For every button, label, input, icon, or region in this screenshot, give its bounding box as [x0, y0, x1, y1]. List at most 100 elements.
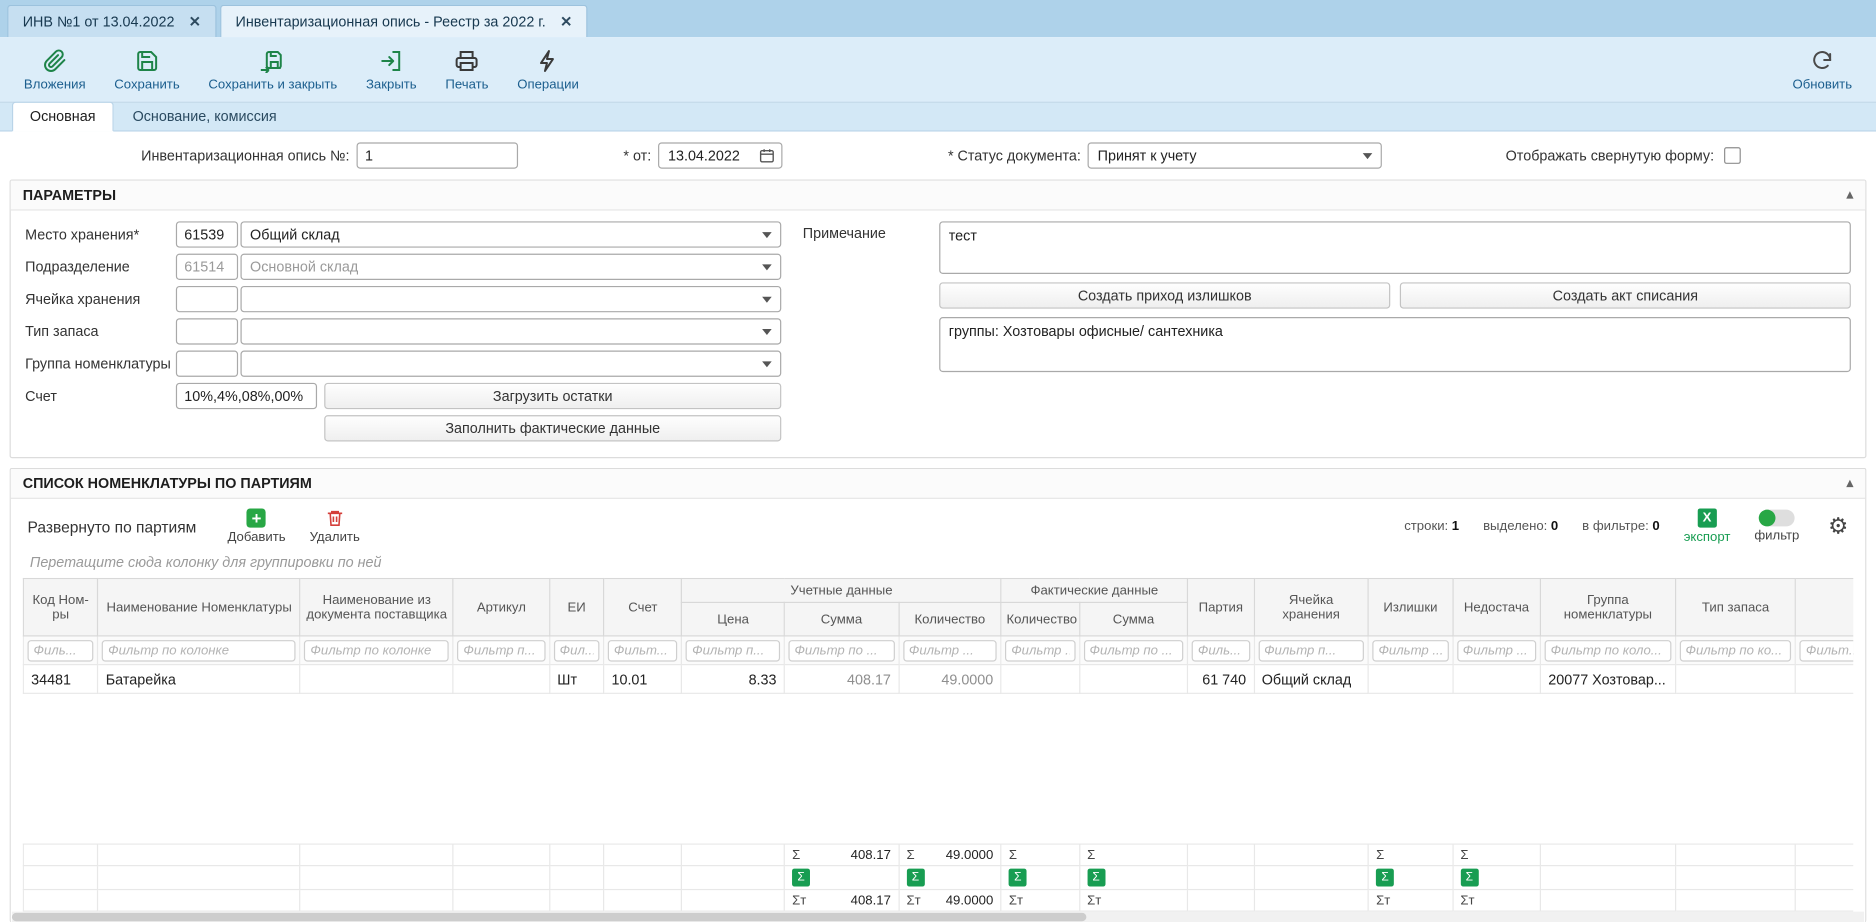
department-select[interactable]: Основной склад — [240, 254, 781, 280]
column-filter-input[interactable] — [1005, 639, 1075, 661]
filter-cell — [23, 636, 98, 665]
storage-place-code-input[interactable] — [176, 221, 238, 247]
storage-place-row: Место хранения* Общий склад — [25, 221, 781, 247]
storage-cell-select[interactable] — [240, 286, 781, 312]
sum-total-value: 408.17 — [851, 893, 891, 907]
close-tab-icon[interactable]: ✕ — [189, 13, 201, 30]
status-select[interactable]: Принят к учету — [1088, 142, 1382, 168]
tab-basis-commission[interactable]: Основание, комиссия — [116, 103, 294, 131]
account-input[interactable] — [176, 383, 317, 409]
column-header[interactable] — [1796, 578, 1854, 635]
column-header[interactable]: Группа номенклатуры — [1540, 578, 1675, 635]
column-sum-button[interactable]: Σ — [1376, 869, 1394, 887]
note-textarea[interactable]: тест — [939, 221, 1851, 274]
column-sum-button[interactable]: Σ — [906, 869, 924, 887]
close-tab-icon[interactable]: ✕ — [560, 13, 572, 30]
groupby-drop-zone[interactable]: Перетащите сюда колонку для группировки … — [11, 549, 1865, 578]
doc-number-input[interactable] — [357, 142, 519, 168]
column-filter-input[interactable] — [102, 639, 296, 661]
calendar-icon[interactable] — [759, 147, 776, 164]
department-code-input[interactable] — [176, 254, 238, 280]
column-header[interactable]: Ячейка хранения — [1254, 578, 1368, 635]
column-header[interactable]: Недостача — [1453, 578, 1541, 635]
save-button[interactable]: Сохранить — [114, 47, 179, 91]
date-input[interactable] — [666, 146, 759, 165]
excel-export-button[interactable]: X экспорт — [1684, 508, 1731, 544]
refresh-button[interactable]: Обновить — [1792, 47, 1852, 91]
print-button[interactable]: Печать — [445, 47, 488, 91]
storage-cell-code-input[interactable] — [176, 286, 238, 312]
column-header[interactable]: Цена — [682, 602, 784, 636]
save-and-close-button[interactable]: Сохранить и закрыть — [208, 47, 337, 91]
expand-mode-label[interactable]: Развернуто по партиям — [28, 517, 197, 535]
column-filter-input[interactable] — [608, 639, 678, 661]
refresh-icon — [1810, 47, 1834, 73]
column-sum-button[interactable]: Σ — [1009, 869, 1027, 887]
filter-toggle[interactable]: фильтр — [1754, 510, 1799, 543]
column-sum-button[interactable]: Σ — [1087, 869, 1105, 887]
attachments-button[interactable]: Вложения — [24, 47, 86, 91]
column-filter-input[interactable] — [457, 639, 545, 661]
stock-type-select[interactable] — [240, 318, 781, 344]
collapsed-form-checkbox[interactable] — [1724, 147, 1741, 164]
tab-main[interactable]: Основная — [12, 102, 113, 132]
nomenclature-group-code-input[interactable] — [176, 351, 238, 377]
column-filter-input[interactable] — [1680, 639, 1792, 661]
doc-date-field[interactable] — [658, 142, 782, 168]
nomenclature-group-select[interactable] — [240, 351, 781, 377]
sum-total-symbol: Σт — [1087, 893, 1101, 907]
column-header[interactable]: Сумма — [784, 602, 898, 636]
column-filter-input[interactable] — [28, 639, 94, 661]
horizontal-scrollbar[interactable] — [12, 912, 1864, 922]
operations-button[interactable]: Операции — [517, 47, 579, 91]
collapse-icon[interactable]: ▴ — [1847, 188, 1854, 201]
column-header[interactable]: Излишки — [1368, 578, 1452, 635]
load-balances-button[interactable]: Загрузить остатки — [324, 383, 781, 409]
column-filter-input[interactable] — [788, 639, 894, 661]
column-header[interactable]: Партия — [1188, 578, 1254, 635]
column-header[interactable]: Артикул — [453, 578, 549, 635]
column-filter-input[interactable] — [1545, 639, 1671, 661]
column-sum-button[interactable]: Σ — [1460, 869, 1478, 887]
column-header[interactable]: Количество — [1001, 602, 1079, 636]
column-filter-input[interactable] — [1192, 639, 1250, 661]
column-sum-button[interactable]: Σ — [792, 869, 810, 887]
column-header[interactable]: Количество — [899, 602, 1001, 636]
create-surplus-button[interactable]: Создать приход излишков — [939, 282, 1390, 308]
column-filter-input[interactable] — [903, 639, 997, 661]
create-writeoff-button[interactable]: Создать акт списания — [1400, 282, 1851, 308]
gear-icon[interactable]: ⚙ — [1828, 515, 1848, 538]
column-filter-input[interactable] — [1800, 639, 1853, 661]
column-header[interactable]: Счет — [604, 578, 682, 635]
column-header[interactable]: Наименование Номенклатуры — [98, 578, 300, 635]
storage-place-select[interactable]: Общий склад — [240, 221, 781, 247]
column-filter-input[interactable] — [1258, 639, 1364, 661]
window-tab-register[interactable]: Инвентаризационная опись - Реестр за 202… — [220, 5, 588, 37]
delete-row-button[interactable]: Удалить — [310, 508, 360, 544]
column-header[interactable]: Наименование из документа поставщика — [300, 578, 453, 635]
table-cell: Общий склад — [1254, 665, 1368, 694]
column-filter-input[interactable] — [554, 639, 600, 661]
scrollbar-thumb[interactable] — [12, 913, 1086, 921]
footer-cell — [1540, 866, 1675, 890]
column-header[interactable]: Тип запаса — [1675, 578, 1795, 635]
column-filter-input[interactable] — [1457, 639, 1537, 661]
column-filter-input[interactable] — [686, 639, 780, 661]
column-filter-input[interactable] — [304, 639, 449, 661]
parameters-right-column: Примечание тест Создать приход излишков … — [803, 221, 1851, 447]
table-cell — [1796, 665, 1854, 694]
column-header[interactable]: ЕИ — [550, 578, 604, 635]
add-row-button[interactable]: + Добавить — [227, 508, 285, 544]
window-tab-document[interactable]: ИНВ №1 от 13.04.2022 ✕ — [7, 5, 216, 37]
sum-total-symbol: Σт — [1376, 893, 1390, 907]
column-filter-input[interactable] — [1083, 639, 1183, 661]
collapse-icon[interactable]: ▴ — [1847, 477, 1854, 490]
column-header[interactable]: Сумма — [1079, 602, 1187, 636]
column-filter-input[interactable] — [1372, 639, 1448, 661]
table-row[interactable]: 34481БатарейкаШт10.018.33408.1749.000061… — [23, 665, 1853, 694]
fill-actual-button[interactable]: Заполнить фактические данные — [324, 415, 781, 441]
groups-textarea[interactable]: группы: Хозтовары офисные/ сантехника — [939, 317, 1851, 372]
column-header[interactable]: Код Ном-ры — [23, 578, 98, 635]
stock-type-code-input[interactable] — [176, 318, 238, 344]
close-button[interactable]: Закрыть — [366, 47, 417, 91]
